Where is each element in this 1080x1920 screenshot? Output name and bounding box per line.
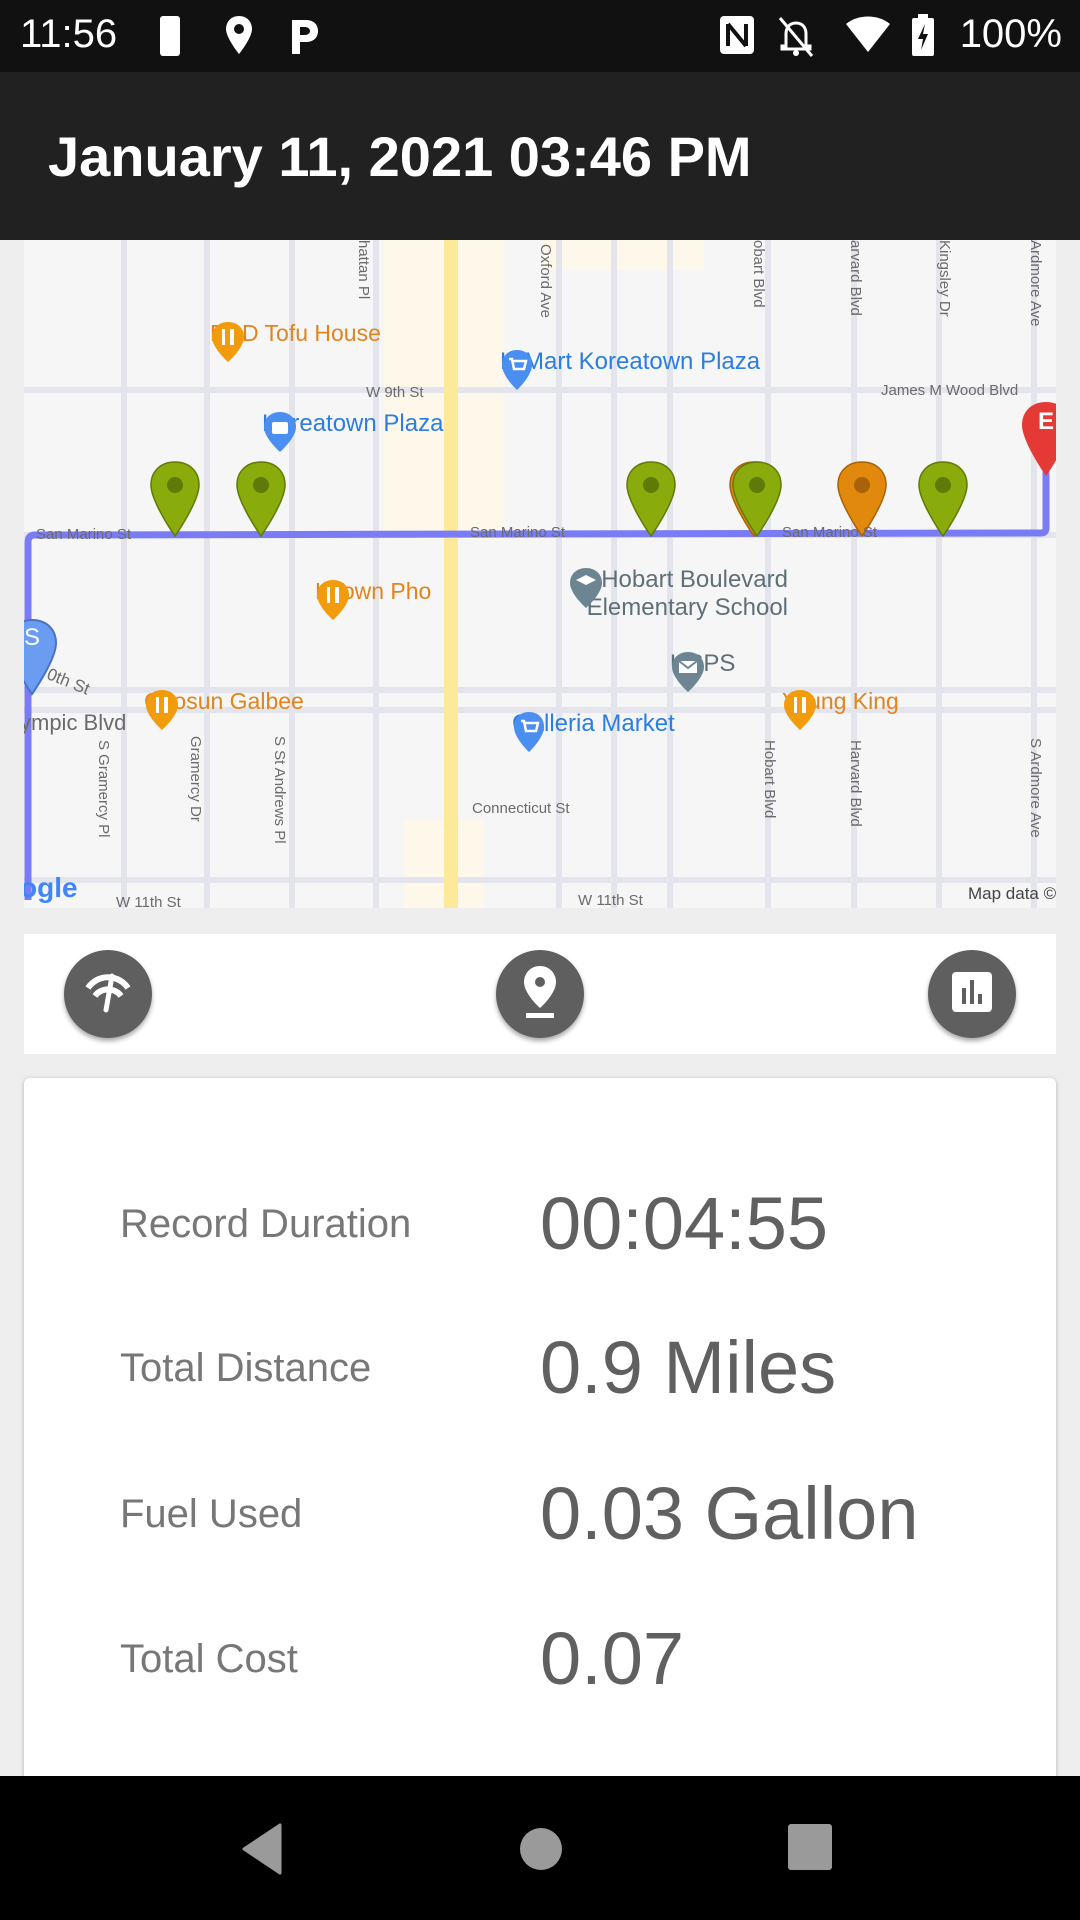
status-time: 11:56 bbox=[20, 12, 118, 56]
stat-value: 00:04:55 bbox=[540, 1182, 829, 1265]
wifi-icon bbox=[844, 14, 892, 59]
start-marker-label: S bbox=[24, 624, 41, 651]
parking-icon bbox=[288, 14, 320, 63]
street-label: Ardmore Ave bbox=[1027, 240, 1044, 327]
trip-stats-card: Record Duration 00:04:55 Total Distance … bbox=[24, 1078, 1056, 1818]
bar-chart-icon bbox=[948, 968, 996, 1021]
app-bar: January 11, 2021 03:46 PM bbox=[0, 72, 1080, 240]
battery-charging-icon bbox=[910, 14, 936, 63]
page-title: January 11, 2021 03:46 PM bbox=[48, 125, 752, 188]
poi-hobart-elementary-school[interactable]: Hobart Boulevard Elementary School bbox=[568, 566, 788, 622]
street-label: ympic Blvd bbox=[24, 710, 127, 735]
poi-chosun-galbee[interactable]: Chosun Galbee bbox=[144, 688, 304, 730]
stat-row-total-distance: Total Distance 0.9 Miles bbox=[24, 1313, 1056, 1423]
poi-galleria-market[interactable]: Galleria Market bbox=[512, 710, 675, 752]
status-bar: 11:56 100% bbox=[0, 0, 1080, 72]
recents-button[interactable] bbox=[786, 1822, 846, 1878]
notifications-off-icon bbox=[776, 14, 816, 63]
stat-label: Total Distance bbox=[120, 1346, 372, 1390]
map-area bbox=[544, 240, 704, 270]
stat-row-total-cost: Total Cost 0.07 bbox=[24, 1604, 1056, 1714]
speedometer-icon bbox=[82, 966, 134, 1023]
place-marker-icon bbox=[518, 964, 562, 1025]
recents-square-icon bbox=[786, 1824, 836, 1880]
street-label: Oxford Ave bbox=[537, 244, 554, 318]
back-triangle-icon bbox=[238, 1823, 288, 1880]
poi-young-king[interactable]: Young King bbox=[782, 688, 899, 730]
street-label: W 11th St bbox=[578, 892, 643, 908]
do-not-disturb-phone-icon bbox=[158, 14, 182, 63]
street-label: San Marino St bbox=[36, 526, 132, 543]
stat-value: 0.9 Miles bbox=[540, 1326, 837, 1409]
poi-h-mart-koreatown-plaza[interactable]: H Mart Koreatown Plaza bbox=[500, 348, 761, 390]
action-bar bbox=[24, 934, 1056, 1054]
street-label: Connecticut St bbox=[472, 800, 570, 817]
street-label: S Ardmore Ave bbox=[1027, 738, 1044, 838]
arterial-road bbox=[444, 240, 458, 908]
stat-value: 0.03 Gallon bbox=[540, 1472, 919, 1555]
route-map[interactable]: S E BCD Tofu House H Mart Koreatown Plaz… bbox=[24, 240, 1056, 908]
poi-ktown-pho[interactable]: KTown Pho bbox=[315, 578, 431, 620]
map-attribution[interactable]: Map data © bbox=[968, 884, 1056, 904]
end-marker-label: E bbox=[1038, 408, 1055, 435]
stat-label: Total Cost bbox=[120, 1637, 298, 1681]
location-button[interactable] bbox=[496, 950, 584, 1038]
street-label: S Gramercy Pl bbox=[95, 740, 112, 838]
speed-button[interactable] bbox=[64, 950, 152, 1038]
nfc-icon bbox=[718, 14, 756, 61]
poi-bcd-tofu-house[interactable]: BCD Tofu House bbox=[210, 320, 381, 362]
stat-value: 0.07 bbox=[540, 1617, 685, 1700]
poi-label: H Mart Koreatown Plaza bbox=[500, 348, 761, 375]
street-label: Harvard Blvd bbox=[847, 740, 864, 827]
street-label: Kingsley Dr bbox=[936, 240, 953, 317]
street-label: obart Blvd bbox=[750, 240, 767, 308]
street-label: W 9th St bbox=[366, 384, 424, 401]
home-button[interactable] bbox=[514, 1822, 574, 1878]
street-label: S St Andrews Pl bbox=[271, 736, 288, 844]
stat-row-record-duration: Record Duration 00:04:55 bbox=[24, 1169, 1056, 1279]
street-label: Hobart Blvd bbox=[761, 740, 778, 819]
stat-label: Record Duration bbox=[120, 1202, 412, 1246]
stat-row-fuel-used: Fuel Used 0.03 Gallon bbox=[24, 1459, 1056, 1569]
poi-usps[interactable]: USPS bbox=[670, 650, 735, 692]
google-logo: ogle bbox=[24, 872, 78, 903]
street-label: San Marino St bbox=[782, 524, 878, 541]
street-label: W 11th St bbox=[116, 894, 181, 908]
stat-label: Fuel Used bbox=[120, 1492, 303, 1536]
street-label: Gramercy Dr bbox=[187, 736, 204, 822]
location-icon bbox=[224, 14, 254, 63]
home-circle-icon bbox=[514, 1828, 568, 1880]
stats-button[interactable] bbox=[928, 950, 1016, 1038]
system-nav-bar bbox=[0, 1776, 1080, 1920]
back-button[interactable] bbox=[238, 1822, 298, 1878]
street-label: San Marino St bbox=[470, 524, 566, 541]
street-label: James M Wood Blvd bbox=[881, 382, 1019, 399]
poi-koreatown-plaza[interactable]: Koreatown Plaza bbox=[262, 410, 443, 452]
street-label: hattan Pl bbox=[355, 240, 372, 300]
battery-percent: 100% bbox=[959, 12, 1062, 56]
street-label: arvard Blvd bbox=[847, 240, 864, 316]
